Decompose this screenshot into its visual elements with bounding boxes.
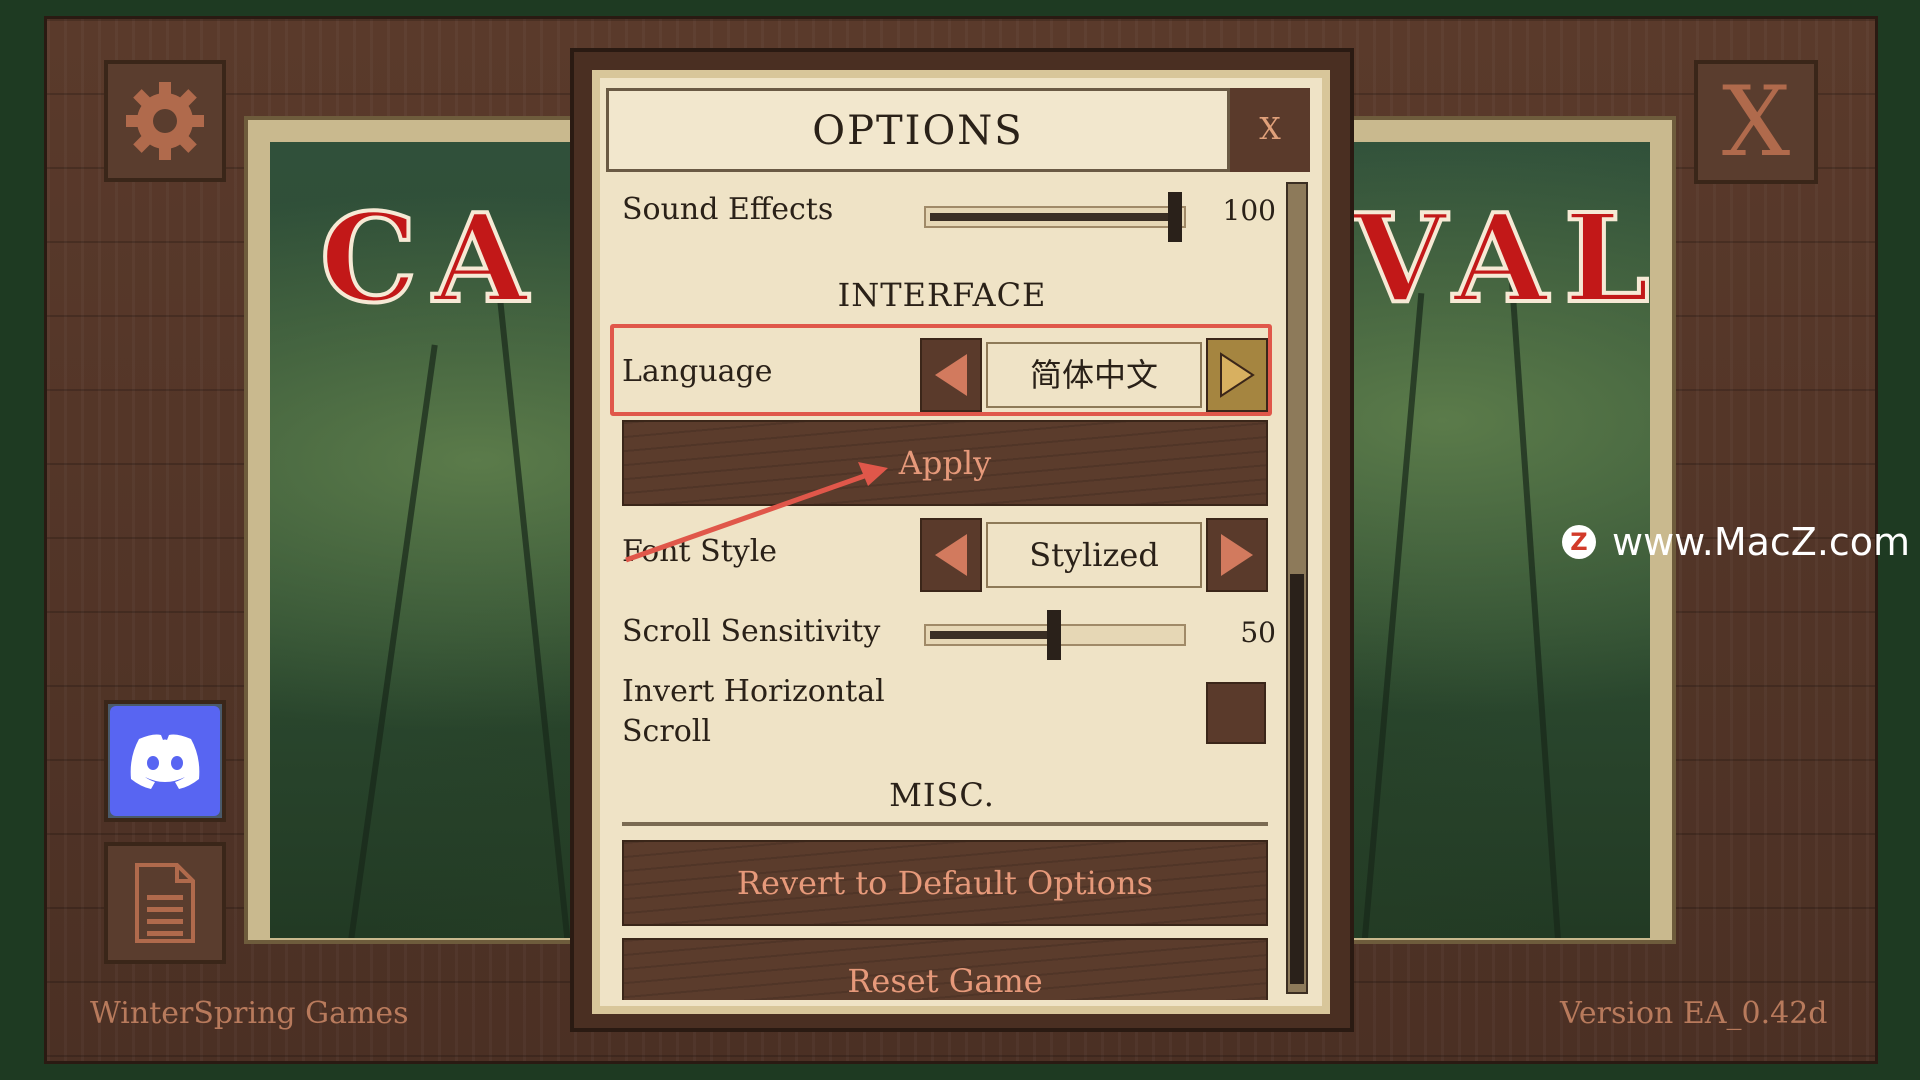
watermark: Z www.MacZ.com [1562,520,1910,564]
watermark-text: www.MacZ.com [1612,520,1911,564]
watermark-logo-icon: Z [1562,525,1596,559]
